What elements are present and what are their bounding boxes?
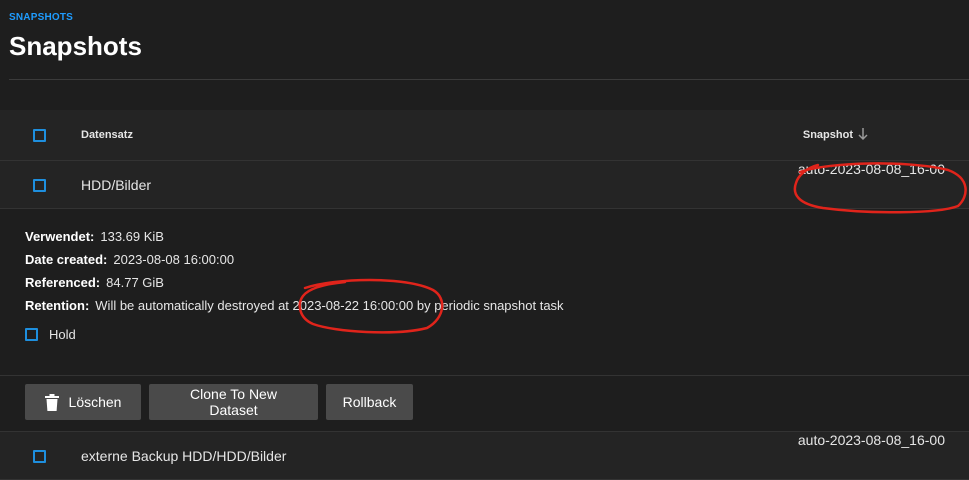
- cell-dataset: externe Backup HDD/HDD/Bilder: [81, 448, 287, 464]
- cell-dataset: HDD/Bilder: [81, 177, 152, 193]
- hold-label: Hold: [49, 327, 76, 342]
- select-all-checkbox[interactable]: [33, 129, 46, 142]
- detail-retention: Retention: Will be automatically destroye…: [25, 298, 564, 313]
- detail-created-label: Date created:: [25, 252, 108, 267]
- rollback-button[interactable]: Rollback: [326, 384, 413, 420]
- cell-snapshot: auto-2023-08-08_16-00: [797, 432, 945, 448]
- detail-created-value: 2023-08-08 16:00:00: [113, 252, 235, 267]
- snapshot-actions: Löschen Clone To New Dataset Rollback: [0, 376, 969, 432]
- detail-referenced: Referenced: 84.77 GiB: [25, 275, 164, 290]
- row-checkbox[interactable]: [33, 179, 46, 192]
- cell-snapshot: auto-2023-08-08_16-00: [797, 161, 945, 177]
- detail-retention-label: Retention:: [25, 298, 90, 313]
- hold-checkbox-box[interactable]: [25, 328, 38, 341]
- detail-used: Verwendet: 133.69 KiB: [25, 229, 164, 244]
- breadcrumb[interactable]: SNAPSHOTS: [9, 12, 73, 23]
- rollback-button-label: Rollback: [342, 394, 397, 410]
- table-row[interactable]: externe Backup HDD/HDD/Bilder auto-2023-…: [0, 432, 969, 480]
- column-header-dataset[interactable]: Datensatz: [81, 129, 133, 141]
- row-checkbox[interactable]: [33, 450, 46, 463]
- detail-referenced-label: Referenced:: [25, 275, 101, 290]
- detail-used-label: Verwendet:: [25, 229, 95, 244]
- column-header-snapshot[interactable]: Snapshot: [803, 129, 853, 141]
- arrow-down-icon[interactable]: [857, 127, 869, 141]
- snapshots-table: Datensatz Snapshot HDD/Bilder auto-2023-…: [0, 110, 969, 480]
- clone-button-label: Clone To New Dataset: [190, 386, 277, 418]
- snapshot-details: Verwendet: 133.69 KiB Date created: 2023-0…: [0, 209, 969, 376]
- detail-created: Date created: 2023-08-08 16:00:00: [25, 252, 234, 267]
- delete-button[interactable]: Löschen: [25, 384, 141, 420]
- table-row[interactable]: HDD/Bilder auto-2023-08-08_16-00: [0, 161, 969, 209]
- delete-button-label: Löschen: [68, 394, 122, 410]
- detail-referenced-value: 84.77 GiB: [106, 275, 164, 290]
- clone-button[interactable]: Clone To New Dataset: [149, 384, 318, 420]
- table-header-row: Datensatz Snapshot: [0, 110, 969, 161]
- title-divider: [9, 79, 969, 80]
- page-title: Snapshots: [9, 31, 142, 61]
- detail-used-value: 133.69 KiB: [100, 229, 164, 244]
- trash-icon: [44, 393, 59, 411]
- detail-retention-value: Will be automatically destroyed at 2023-…: [95, 298, 564, 313]
